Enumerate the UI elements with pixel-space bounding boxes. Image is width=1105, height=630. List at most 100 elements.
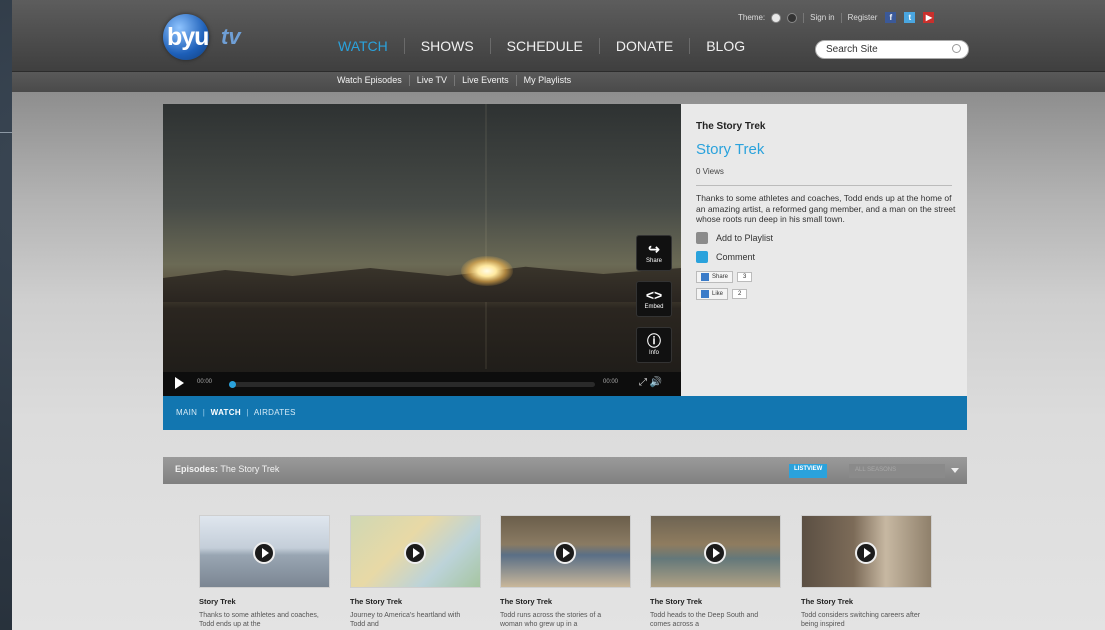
play-icon[interactable]: [704, 542, 726, 564]
fullscreen-volume-icons[interactable]: ⤢ 🔊: [639, 377, 662, 388]
search-placeholder: Search Site: [826, 44, 878, 55]
byutv-logo[interactable]: byu tv: [163, 14, 263, 60]
season-select[interactable]: ALL SEASONS: [849, 464, 945, 478]
episode-card-title[interactable]: Story Trek: [199, 597, 330, 606]
episode-card-title[interactable]: The Story Trek: [801, 597, 932, 606]
register-link[interactable]: Register: [848, 13, 878, 22]
social-share-row: Share 3: [696, 270, 952, 283]
info-button[interactable]: ⓘ Info: [636, 327, 672, 363]
playlist-icon: [696, 231, 708, 244]
episode-card-title[interactable]: The Story Trek: [650, 597, 781, 606]
divider: [840, 12, 842, 23]
episode-card[interactable]: The Story Trek Todd runs across the stor…: [500, 515, 631, 629]
embed-icon: <>: [645, 287, 663, 303]
episode-card[interactable]: The Story Trek Todd considers switching …: [801, 515, 932, 629]
episode-card-desc: Thanks to some athletes and coaches, Tod…: [199, 612, 319, 628]
nav-schedule[interactable]: SCHEDULE: [491, 38, 600, 54]
search-input[interactable]: Search Site: [815, 40, 969, 59]
share-button-label: Share: [645, 258, 662, 264]
like-label: Like: [712, 290, 724, 297]
video-frame-light-ray: [485, 104, 487, 369]
video-player[interactable]: ↪ Share <> Embed ⓘ Info 00:00 00:00 ⤢ 🔊: [163, 104, 681, 396]
episode-thumbnail[interactable]: [500, 515, 631, 588]
comment-label: Comment: [716, 251, 756, 262]
facebook-icon[interactable]: f: [885, 12, 897, 23]
subnav-live-tv[interactable]: Live TV: [410, 75, 456, 86]
like-row: Like 2: [696, 287, 952, 300]
episode-thumbnail[interactable]: [199, 515, 330, 588]
share-button[interactable]: ↪ Share: [636, 235, 672, 271]
video-frame-hills: [163, 266, 681, 302]
like-button[interactable]: Like: [696, 287, 729, 300]
embed-button-label: Embed: [644, 304, 664, 310]
tab-airdates[interactable]: AIRDATES: [254, 408, 296, 417]
episode-card-title[interactable]: The Story Trek: [500, 597, 631, 606]
subnav-my-playlists[interactable]: My Playlists: [517, 75, 579, 86]
tab-watch[interactable]: WATCH: [211, 408, 241, 417]
listview-button[interactable]: LISTVIEW: [789, 464, 828, 478]
tab-main[interactable]: MAIN: [176, 408, 197, 417]
divider: [803, 12, 805, 23]
time-elapsed: 00:00: [197, 379, 213, 385]
main-nav: WATCH SHOWS SCHEDULE DONATE BLOG: [322, 38, 761, 54]
episode-card[interactable]: The Story Trek Journey to America's hear…: [350, 515, 481, 629]
seek-thumb[interactable]: [229, 381, 236, 388]
nav-shows[interactable]: SHOWS: [405, 38, 491, 54]
episode-card[interactable]: Story Trek Thanks to some athletes and c…: [199, 515, 330, 629]
episodes-label: Episodes:: [175, 464, 219, 474]
nav-blog[interactable]: BLOG: [690, 38, 761, 54]
play-icon[interactable]: [253, 542, 275, 564]
tab-separator: |: [246, 408, 249, 417]
seek-bar[interactable]: [229, 381, 595, 388]
play-icon[interactable]: [554, 542, 576, 564]
play-icon[interactable]: [175, 377, 184, 389]
episode-card-desc: Journey to America's heartland with Todd…: [350, 612, 461, 628]
episodes-grid: Story Trek Thanks to some athletes and c…: [199, 515, 959, 630]
episode-card-desc: Todd heads to the Deep South and comes a…: [650, 612, 759, 628]
subnav-live-events[interactable]: Live Events: [455, 75, 517, 86]
episode-card-title[interactable]: The Story Trek: [350, 597, 481, 606]
video-frame-sun: [461, 256, 513, 286]
time-total: 00:00: [603, 379, 619, 385]
facebook-like-icon: [701, 289, 709, 298]
episode-title[interactable]: Story Trek: [696, 141, 952, 158]
add-to-playlist-button[interactable]: Add to Playlist: [696, 231, 952, 244]
twitter-icon[interactable]: t: [904, 12, 916, 23]
view-count: 0 Views: [696, 167, 952, 186]
episodes-show-name: The Story Trek: [220, 464, 280, 474]
theme-light-toggle[interactable]: [771, 12, 782, 23]
info-button-label: Info: [648, 350, 659, 356]
share-widget-label: Share: [712, 273, 729, 280]
youtube-icon[interactable]: ▶: [923, 12, 935, 23]
episode-thumbnail[interactable]: [650, 515, 781, 588]
embed-button[interactable]: <> Embed: [636, 281, 672, 317]
episode-card[interactable]: The Story Trek Todd heads to the Deep So…: [650, 515, 781, 629]
show-name: The Story Trek: [696, 121, 766, 132]
like-count: 2: [732, 288, 748, 299]
byutv-website: byu tv Theme: Sign in Register f t ▶ WAT…: [12, 0, 1105, 630]
episodes-header: Episodes: The Story Trek LISTVIEW ALL SE…: [163, 457, 967, 484]
utility-bar: Theme: Sign in Register f t ▶: [738, 12, 940, 23]
player-controls: 00:00 00:00 ⤢ 🔊: [163, 372, 681, 396]
episode-thumbnail[interactable]: [801, 515, 932, 588]
nav-watch[interactable]: WATCH: [322, 38, 405, 54]
share-icon: ↪: [648, 241, 660, 257]
episode-thumbnail[interactable]: [350, 515, 481, 588]
episode-description: Thanks to some athletes and coaches, Tod…: [696, 193, 956, 224]
share-widget-button[interactable]: Share: [696, 270, 734, 283]
theme-dark-toggle[interactable]: [787, 12, 798, 23]
sign-in-link[interactable]: Sign in: [810, 13, 834, 22]
play-icon[interactable]: [404, 542, 426, 564]
comment-button[interactable]: Comment: [696, 250, 952, 263]
show-tabs: MAIN | WATCH | AIRDATES: [163, 396, 967, 430]
share-widget-icon: [701, 272, 709, 281]
tab-separator: |: [202, 408, 206, 417]
subnav-watch-episodes[interactable]: Watch Episodes: [330, 75, 410, 86]
nav-donate[interactable]: DONATE: [600, 38, 691, 54]
logo-tv-text: tv: [221, 24, 241, 49]
play-icon[interactable]: [855, 542, 877, 564]
search-icon[interactable]: [952, 44, 961, 53]
chevron-down-icon[interactable]: [951, 468, 959, 473]
video-info-panel: The Story Trek Story Trek 0 Views Thanks…: [681, 104, 967, 396]
add-to-playlist-label: Add to Playlist: [716, 232, 774, 243]
